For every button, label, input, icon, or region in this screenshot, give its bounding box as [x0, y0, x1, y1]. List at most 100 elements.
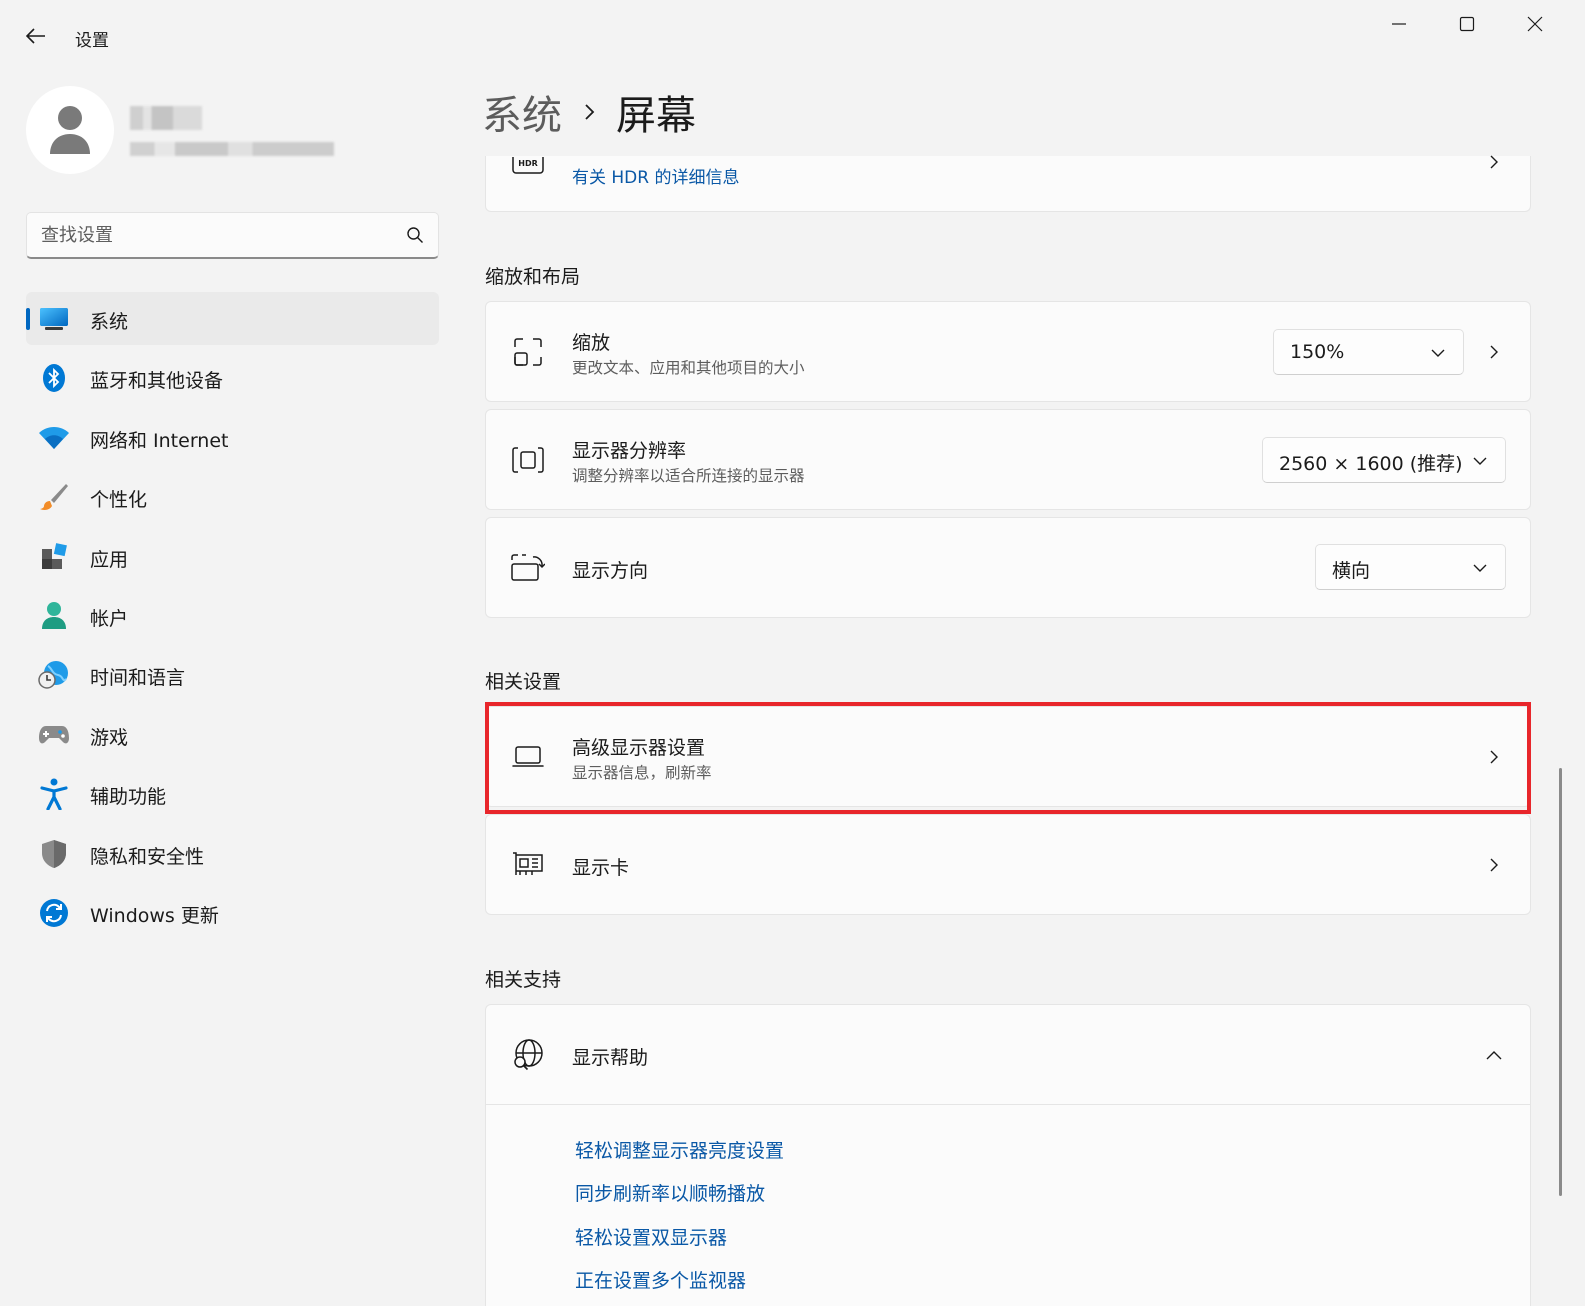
sidebar-item-label: 个性化	[90, 489, 148, 512]
brush-icon	[38, 482, 70, 512]
sidebar-item-bluetooth[interactable]: 蓝牙和其他设备	[26, 351, 439, 404]
breadcrumb: 系统 屏幕	[482, 84, 696, 140]
system-icon	[38, 304, 70, 334]
advanced-display-title: 高级显示器设置	[572, 737, 706, 759]
hdr-details-link[interactable]: 有关 HDR 的详细信息	[572, 163, 740, 188]
section-title-scale-layout: 缩放和布局	[485, 266, 581, 288]
advanced-display-subtitle: 显示器信息，刷新率	[572, 764, 712, 782]
sidebar-item-accessibility[interactable]: 辅助功能	[26, 767, 439, 820]
chevron-down-icon	[1471, 559, 1489, 577]
time-language-icon	[38, 660, 70, 690]
sidebar-item-label: 隐私和安全性	[90, 845, 205, 868]
sidebar-item-network[interactable]: 网络和 Internet	[26, 411, 439, 464]
scale-card[interactable]: 缩放 更改文本、应用和其他项目的大小 150%	[485, 301, 1531, 402]
scale-dropdown[interactable]: 150%	[1273, 329, 1464, 375]
resolution-icon	[510, 442, 546, 478]
sidebar-item-accounts[interactable]: 帐户	[26, 589, 439, 642]
graphics-card[interactable]: 显示卡	[485, 814, 1531, 915]
shield-icon	[38, 839, 70, 869]
hdr-icon: HDR	[510, 156, 546, 178]
sidebar-item-gaming[interactable]: 游戏	[26, 708, 439, 761]
scale-title: 缩放	[572, 332, 611, 354]
account-icon	[38, 601, 70, 631]
sidebar-item-apps[interactable]: 应用	[26, 530, 439, 583]
laptop-icon	[510, 739, 546, 775]
orientation-dropdown[interactable]: 横向	[1315, 544, 1506, 590]
sidebar-item-personalization[interactable]: 个性化	[26, 470, 439, 523]
minimize-icon	[1392, 23, 1406, 25]
chevron-down-icon	[1471, 452, 1489, 470]
resolution-dropdown[interactable]: 2560 × 1600 (推荐)	[1262, 437, 1506, 483]
orientation-value: 横向	[1332, 560, 1371, 582]
orientation-card[interactable]: 显示方向 横向	[485, 517, 1531, 618]
resolution-subtitle: 调整分辨率以适合所连接的显示器	[572, 467, 805, 485]
chevron-right-icon	[1482, 745, 1506, 769]
section-title-related-support: 相关支持	[485, 969, 562, 991]
help-link[interactable]: 正在设置多个监视器	[575, 1266, 746, 1293]
page-title: 屏幕	[616, 93, 696, 139]
app-title: 设置	[75, 31, 109, 51]
breadcrumb-parent[interactable]: 系统	[482, 83, 562, 141]
search-icon	[407, 227, 423, 243]
resolution-title: 显示器分辨率	[572, 440, 687, 462]
sidebar-item-label: 网络和 Internet	[90, 429, 229, 452]
wifi-icon	[38, 423, 70, 453]
close-icon	[1527, 16, 1543, 32]
chevron-up-icon[interactable]	[1482, 1043, 1506, 1067]
close-button[interactable]	[1512, 8, 1558, 40]
sidebar-item-label: 游戏	[90, 726, 129, 749]
scale-icon	[510, 334, 546, 370]
title-bar: 设置	[0, 0, 1585, 70]
sidebar-item-label: 帐户	[90, 607, 129, 630]
display-help-card[interactable]: 显示帮助	[485, 1004, 1531, 1105]
globe-search-icon	[510, 1037, 546, 1073]
search-input[interactable]	[41, 213, 401, 257]
search-box[interactable]	[26, 212, 439, 259]
user-email-blurred	[130, 142, 334, 156]
sidebar-item-label: 系统	[90, 311, 129, 333]
user-icon	[50, 106, 90, 154]
resolution-card[interactable]: 显示器分辨率 调整分辨率以适合所连接的显示器 2560 × 1600 (推荐)	[485, 409, 1531, 510]
graphics-title: 显示卡	[572, 857, 630, 879]
orientation-title: 显示方向	[572, 560, 649, 582]
apps-icon	[38, 542, 70, 572]
sidebar-item-system[interactable]: 系统	[26, 292, 439, 345]
resolution-value: 2560 × 1600 (推荐)	[1279, 453, 1463, 475]
maximize-button[interactable]	[1444, 8, 1490, 40]
chevron-right-icon	[1482, 150, 1506, 174]
bluetooth-icon	[38, 363, 70, 393]
graphics-card-icon	[510, 847, 546, 883]
sidebar-item-time-language[interactable]: 时间和语言	[26, 648, 439, 701]
user-name-blurred	[130, 106, 202, 130]
settings-window: 设置 系统	[0, 0, 1585, 1306]
help-link[interactable]: 轻松设置双显示器	[575, 1223, 727, 1250]
chevron-right-icon	[584, 103, 596, 121]
orientation-icon	[510, 550, 546, 586]
back-arrow-icon	[26, 28, 45, 44]
advanced-display-card[interactable]: 高级显示器设置 显示器信息，刷新率	[485, 706, 1531, 807]
gamepad-icon	[38, 720, 70, 750]
hdr-card[interactable]: HDR 有关 HDR 的详细信息	[485, 155, 1531, 212]
scrollbar[interactable]	[1559, 768, 1562, 1196]
chevron-right-icon	[1482, 853, 1506, 877]
sidebar-nav: 系统 蓝牙和其他设备 网络和 Internet 个性化 应用 帐户 时间和语言 …	[26, 292, 439, 945]
svg-text:HDR: HDR	[518, 159, 538, 168]
sidebar-item-label: 应用	[90, 548, 129, 571]
minimize-button[interactable]	[1376, 8, 1422, 40]
sidebar-item-windows-update[interactable]: Windows 更新	[26, 886, 439, 939]
sidebar-item-privacy[interactable]: 隐私和安全性	[26, 827, 439, 880]
sidebar-item-label: 时间和语言	[90, 667, 186, 690]
help-link[interactable]: 同步刷新率以顺畅播放	[575, 1179, 765, 1206]
display-help-expanded: 轻松调整显示器亮度设置 同步刷新率以顺畅播放 轻松设置双显示器 正在设置多个监视…	[485, 1105, 1531, 1306]
sidebar-item-label: 辅助功能	[90, 786, 167, 809]
section-title-related-settings: 相关设置	[485, 671, 562, 693]
scale-subtitle: 更改文本、应用和其他项目的大小	[572, 359, 805, 377]
back-button[interactable]	[18, 20, 54, 52]
scale-value: 150%	[1290, 341, 1345, 363]
chevron-right-icon[interactable]	[1482, 340, 1506, 364]
sidebar-item-label: 蓝牙和其他设备	[90, 370, 224, 393]
accessibility-icon	[38, 778, 70, 811]
display-help-title: 显示帮助	[572, 1047, 649, 1069]
sidebar-item-label: Windows 更新	[90, 904, 219, 927]
help-link[interactable]: 轻松调整显示器亮度设置	[575, 1136, 784, 1163]
